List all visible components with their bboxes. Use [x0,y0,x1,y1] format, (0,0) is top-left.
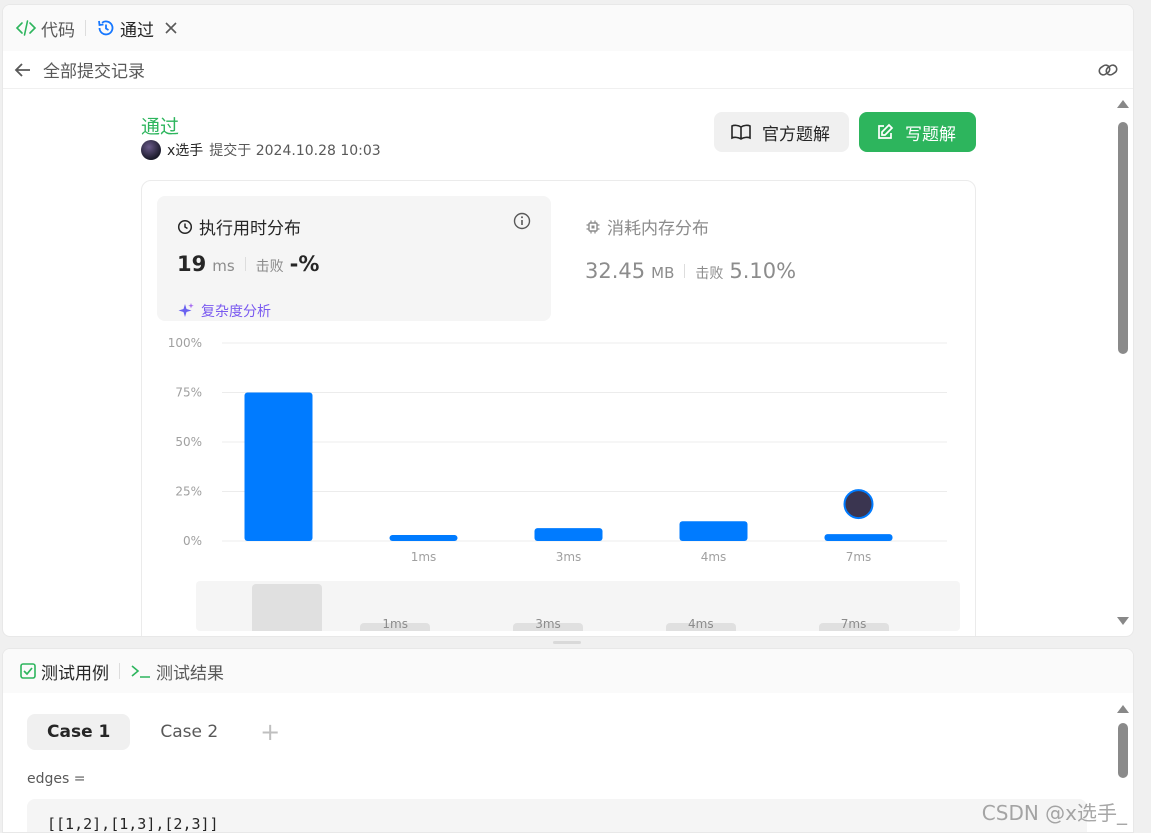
y-tick-label: 0% [183,534,202,548]
scroll-down-icon[interactable] [1117,617,1129,625]
write-solution-button[interactable]: 写题解 [859,112,976,152]
submitted-at: 提交于 2024.10.28 10:03 [209,143,381,159]
checkbox-icon [20,663,36,679]
case-tab-2[interactable]: Case 2 [140,714,238,750]
runtime-beat-label: 击败 [255,259,284,275]
runtime-title-label: 执行用时分布 [199,219,301,239]
memory-value: 32.45 [585,259,646,283]
memory-title-label: 消耗内存分布 [607,219,709,239]
link-icon[interactable] [1097,60,1119,80]
x-tick-label: 3ms [556,550,582,564]
y-tick-label: 75% [175,386,202,400]
memory-beat-label: 击败 [695,266,724,282]
add-case-icon[interactable]: + [248,718,280,746]
chip-icon [586,220,600,233]
minimap-label: 4ms [688,617,714,631]
complexity-analysis-link[interactable]: 复杂度分析 [177,301,271,321]
divider [684,264,686,278]
testcase-panel: 测试用例 测试结果 Case 1 Case 2 + edges = [[1,2]… [2,648,1134,833]
chart-range-minimap[interactable]: 1ms 3ms 4ms 7ms [196,581,960,631]
code-icon [15,20,37,36]
tab-test-result[interactable]: 测试结果 [130,659,224,684]
avatar[interactable] [141,140,161,160]
runtime-beat-value: -% [289,252,320,276]
tab-code-label: 代码 [41,20,75,41]
clock-icon [177,219,193,234]
y-tick-label: 100% [168,336,202,350]
y-tick-label: 50% [175,435,202,449]
sparkle-icon [178,303,194,317]
tab-code[interactable]: 代码 [15,16,75,41]
write-solution-label: 写题解 [905,124,956,145]
submission-meta: x选手 提交于 2024.10.28 10:03 [141,140,381,160]
tab-testcase[interactable]: 测试用例 [19,659,109,684]
minimap-label: 1ms [382,617,408,631]
vertical-scrollbar[interactable] [1117,100,1129,625]
submission-detail: 通过 x选手 提交于 2024.10.28 10:03 官方题解 写题解 执行用… [3,90,1133,636]
memory-title: 消耗内存分布 [585,214,796,239]
minimap-bar [252,584,322,631]
runtime-distribution-chart[interactable]: 0% 25% 50% 75% 100% 1ms 3ms 4ms 7ms [142,331,977,571]
runtime-box[interactable]: 执行用时分布 19 ms 击败 -% 复杂度分析 [157,196,551,321]
chart-bar[interactable] [389,535,458,541]
y-tick-label: 25% [175,485,202,499]
tab-testcase-label: 测试用例 [41,663,109,684]
complexity-analysis-label: 复杂度分析 [201,304,271,320]
official-solution-button[interactable]: 官方题解 [714,112,849,152]
tab-test-result-label: 测试结果 [156,663,224,684]
x-tick-label: 7ms [846,550,872,564]
runtime-title: 执行用时分布 [177,214,301,239]
username[interactable]: x选手 [167,140,203,160]
close-icon[interactable] [162,19,180,37]
param-input[interactable]: [[1,2],[1,3],[2,3]] [27,799,1087,832]
minimap-label: 7ms [840,617,867,631]
memory-value-row: 32.45 MB 击败 5.10% [585,259,796,283]
submission-status: 通过 [141,116,180,138]
scrollbar-thumb[interactable] [1118,723,1128,778]
info-icon[interactable] [513,212,531,230]
user-position-avatar[interactable] [843,489,874,520]
case-tab-1[interactable]: Case 1 [27,714,131,750]
scrollbar-thumb[interactable] [1118,122,1128,354]
book-icon [731,124,751,140]
divider [244,257,246,271]
edit-icon [878,123,894,139]
all-submissions-link[interactable]: 全部提交记录 [43,57,145,82]
chart-bar[interactable] [679,521,748,541]
scroll-up-icon[interactable] [1117,100,1129,108]
case-tabs: Case 1 Case 2 + [27,714,280,750]
memory-box[interactable]: 消耗内存分布 32.45 MB 击败 5.10% [585,214,796,283]
x-tick-label: 4ms [701,550,727,564]
runtime-value-row: 19 ms 击败 -% [177,252,319,276]
chart-bar[interactable] [244,392,313,542]
tab-divider [119,663,120,679]
tab-passed-label: 通过 [120,20,154,41]
submission-subbar: 全部提交记录 [3,51,1133,89]
terminal-icon [131,665,150,678]
submission-panel: 代码 通过 全部提交记录 通过 x选手 提交于 2024.10.28 10:03… [2,4,1134,637]
param-label: edges = [27,771,86,787]
memory-unit: MB [651,264,675,282]
tab-passed[interactable]: 通过 [96,16,180,41]
chart-bar[interactable] [824,534,893,541]
history-icon [98,20,114,36]
runtime-value: 19 [177,252,207,276]
editor-tabbar: 代码 通过 [3,5,1133,51]
chart-bar[interactable] [534,528,603,541]
runtime-unit: ms [212,257,235,275]
watermark: CSDN @x选手_ [981,801,1127,825]
x-tick-label: 1ms [411,550,437,564]
scroll-up-icon[interactable] [1117,705,1129,713]
official-solution-label: 官方题解 [762,124,830,145]
panel-resize-handle[interactable] [553,641,581,644]
memory-beat-value: 5.10% [729,259,797,283]
performance-card: 执行用时分布 19 ms 击败 -% 复杂度分析 消耗内存分布 32.45 MB… [141,180,977,636]
minimap-label: 3ms [535,617,561,631]
tab-divider [85,20,86,36]
testcase-tabbar: 测试用例 测试结果 [3,649,1133,693]
back-arrow-icon[interactable] [13,60,33,80]
